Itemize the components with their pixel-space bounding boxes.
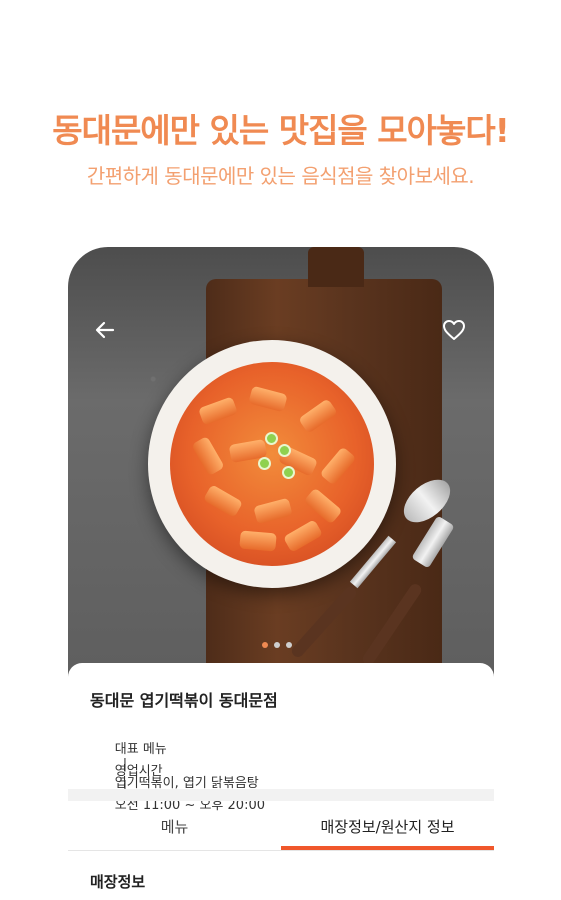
carousel-dot[interactable] (274, 642, 280, 648)
back-button[interactable] (90, 317, 120, 347)
tab-menu[interactable]: 메뉴 (68, 801, 281, 851)
arrow-left-icon (94, 319, 116, 345)
tab-store-info[interactable]: 매장정보/원산지 정보 (281, 801, 494, 851)
carousel-dot[interactable] (286, 642, 292, 648)
phone-screen: 동대문 엽기떡볶이 동대문점 대표 메뉴 | 엽기떡볶이, 엽기 닭볶음탕 영업… (68, 247, 494, 900)
section-divider (68, 789, 494, 801)
store-name: 동대문 엽기떡볶이 동대문점 (90, 691, 278, 710)
tteokbokki-bowl (148, 340, 396, 588)
favorite-button[interactable] (439, 317, 469, 347)
store-info-card: 동대문 엽기떡볶이 동대문점 대표 메뉴 | 엽기떡볶이, 엽기 닭볶음탕 영업… (68, 663, 494, 900)
carousel-dot[interactable] (262, 642, 268, 648)
heart-outline-icon (442, 319, 466, 345)
promo-headline: 동대문에만 있는 맛집을 모아놓다! (52, 111, 510, 150)
tab-active-indicator (281, 846, 494, 850)
carousel-indicator[interactable] (262, 642, 292, 648)
hero-image (68, 247, 494, 687)
hours-label: 영업시간 (114, 764, 163, 779)
tab-bar-border (68, 850, 494, 851)
promo-subline: 간편하게 동대문에만 있는 음식점을 찾아보세요. (86, 164, 475, 188)
tteokbokki-food (170, 362, 374, 566)
tab-bar: 메뉴 매장정보/원산지 정보 (68, 801, 494, 851)
cutting-board-handle (308, 247, 364, 287)
section-title: 매장정보 (90, 873, 146, 891)
